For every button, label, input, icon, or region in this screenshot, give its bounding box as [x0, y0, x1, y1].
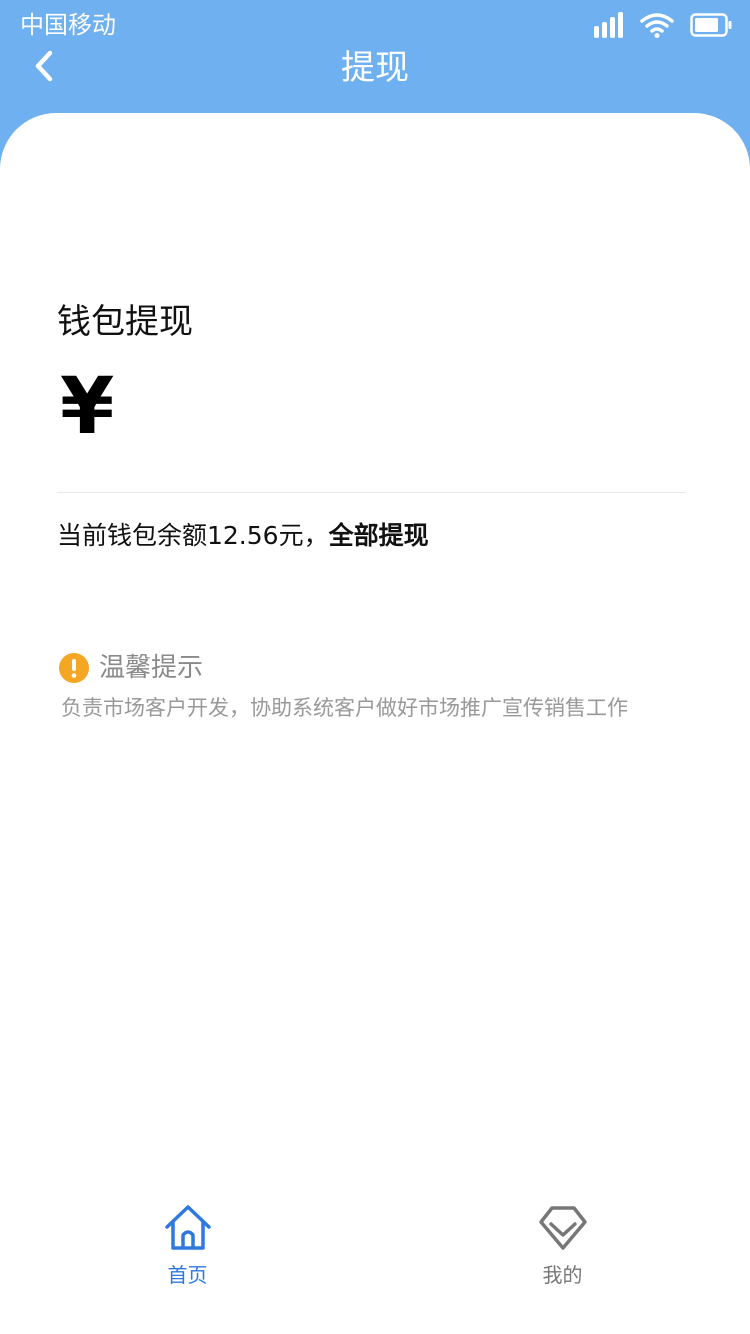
divider	[57, 492, 686, 493]
status-icons	[594, 12, 732, 42]
diamond-icon	[538, 1204, 588, 1256]
tab-mine[interactable]: 我的	[375, 1190, 750, 1300]
tab-mine-label: 我的	[542, 1263, 583, 1287]
tip-content: 负责市场客户开发，协助系统客户做好市场推广宣传销售工作	[61, 696, 628, 720]
tip-header: 温馨提示	[59, 650, 203, 686]
balance-text: 当前钱包余额12.56元，	[57, 521, 329, 550]
signal-icon	[594, 12, 624, 42]
wifi-icon	[640, 12, 674, 42]
page-title: 提现	[341, 48, 409, 88]
tip-title: 温馨提示	[99, 653, 204, 683]
amount-input[interactable]	[130, 372, 690, 454]
nav-bar: 提现	[0, 44, 750, 92]
currency-symbol: ¥	[60, 362, 115, 452]
tab-home[interactable]: 首页	[0, 1190, 375, 1300]
tab-bar: 首页 我的	[0, 1190, 750, 1300]
withdraw-screen: 中国移动 提现 钱包提现 ¥ 当前钱包余额12.56元，全部提现 温馨提示 负责…	[0, 0, 750, 1334]
carrier-label: 中国移动	[20, 11, 116, 39]
withdraw-all-link[interactable]: 全部提现	[329, 521, 429, 550]
warning-icon	[59, 653, 89, 683]
tab-home-label: 首页	[167, 1263, 208, 1287]
battery-icon	[690, 13, 732, 41]
home-icon	[163, 1204, 213, 1256]
balance-row: 当前钱包余额12.56元，全部提现	[57, 518, 429, 554]
withdraw-title: 钱包提现	[57, 302, 193, 342]
